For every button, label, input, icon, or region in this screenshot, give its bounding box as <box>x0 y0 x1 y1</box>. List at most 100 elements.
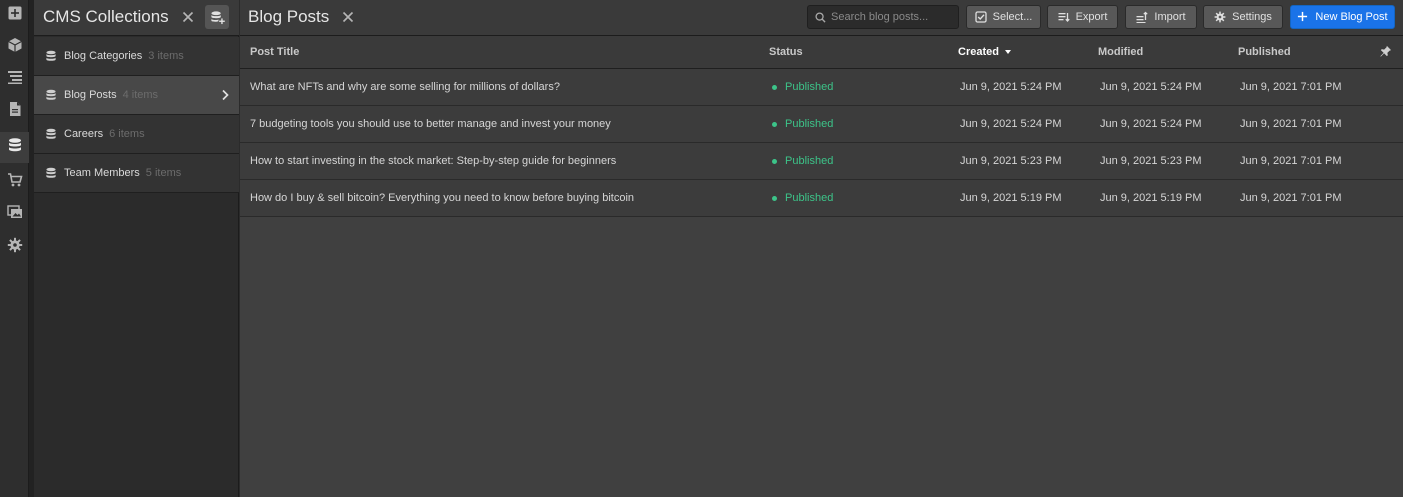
status-dot-icon <box>772 195 777 201</box>
table-row[interactable]: What are NFTs and why are some selling f… <box>240 69 1403 106</box>
collection-item-blog-posts[interactable]: Blog Posts 4 items <box>34 76 239 115</box>
collection-items-panel: Blog Posts Select... Export <box>240 0 1403 497</box>
status-text: Published <box>785 81 834 93</box>
search-box <box>807 5 959 29</box>
plus-square-icon <box>7 5 23 26</box>
add-panel-button[interactable] <box>0 0 29 31</box>
status-dot-icon <box>772 84 777 90</box>
table-row[interactable]: 7 budgeting tools you should use to bett… <box>240 106 1403 143</box>
left-icon-rail <box>0 0 29 497</box>
empty-table-area <box>240 217 1403 497</box>
column-header-published[interactable]: Published <box>1238 46 1291 58</box>
collection-item-careers[interactable]: Careers 6 items <box>34 115 239 154</box>
navigator-button[interactable] <box>0 64 29 95</box>
symbols-button[interactable] <box>0 32 29 63</box>
close-collection-button[interactable] <box>340 9 356 25</box>
collection-database-icon <box>45 128 57 140</box>
collection-database-icon <box>45 89 57 101</box>
modified-cell: Jun 9, 2021 5:23 PM <box>1100 155 1202 167</box>
created-label: Created <box>958 46 999 58</box>
collection-count: 5 items <box>145 167 182 179</box>
collections-title: CMS Collections <box>43 7 169 26</box>
add-database-icon <box>210 10 225 24</box>
new-blog-post-button[interactable]: New Blog Post <box>1290 5 1395 29</box>
post-title-cell: How to start investing in the stock mark… <box>250 155 617 167</box>
new-blog-post-label: New Blog Post <box>1315 11 1388 23</box>
column-header-created[interactable]: Created <box>958 46 1011 58</box>
project-settings-button[interactable] <box>0 232 29 263</box>
collection-name: Blog Posts <box>64 89 117 101</box>
status-badge: Published <box>772 192 833 204</box>
table-row[interactable]: How do I buy & sell bitcoin? Everything … <box>240 180 1403 217</box>
page-title: Blog Posts <box>248 7 330 26</box>
collection-count: 3 items <box>148 50 184 62</box>
ecommerce-button[interactable] <box>0 167 29 198</box>
assets-button[interactable] <box>0 199 29 230</box>
collection-name: Team Members <box>64 167 140 179</box>
collection-settings-button[interactable]: Settings <box>1203 5 1283 29</box>
published-cell: Jun 9, 2021 7:01 PM <box>1240 192 1342 204</box>
checkbox-icon <box>974 11 987 23</box>
modified-cell: Jun 9, 2021 5:24 PM <box>1100 81 1202 93</box>
collection-item-blog-categories[interactable]: Blog Categories 3 items <box>34 37 239 76</box>
cube-icon <box>7 37 23 58</box>
import-button[interactable]: Import <box>1125 5 1197 29</box>
cms-button[interactable] <box>0 132 29 163</box>
export-button[interactable]: Export <box>1047 5 1118 29</box>
collections-panel: CMS Collections Blog Categories 3 items … <box>34 0 239 497</box>
sort-descending-icon <box>1004 50 1011 55</box>
pages-icon <box>7 101 23 122</box>
close-collections-button[interactable] <box>180 9 196 25</box>
navigator-icon <box>7 69 23 90</box>
main-header: Blog Posts Select... Export <box>240 0 1403 36</box>
select-label: Select... <box>992 11 1033 23</box>
select-button[interactable]: Select... <box>966 5 1041 29</box>
pin-icon[interactable] <box>1379 45 1393 59</box>
cms-app: CMS Collections Blog Categories 3 items … <box>0 0 1403 497</box>
created-cell: Jun 9, 2021 5:19 PM <box>960 192 1062 204</box>
gear-icon <box>1214 11 1226 23</box>
created-cell: Jun 9, 2021 5:24 PM <box>960 81 1062 93</box>
collection-item-team-members[interactable]: Team Members 5 items <box>34 154 239 193</box>
status-text: Published <box>785 192 834 204</box>
add-collection-button[interactable] <box>205 5 229 29</box>
status-dot-icon <box>772 158 777 164</box>
status-dot-icon <box>772 121 777 127</box>
modified-cell: Jun 9, 2021 5:19 PM <box>1100 192 1202 204</box>
table-row[interactable]: How to start investing in the stock mark… <box>240 143 1403 180</box>
settings-gear-icon <box>7 237 23 258</box>
import-icon <box>1136 11 1149 23</box>
search-input[interactable] <box>831 7 956 27</box>
column-header-post-title[interactable]: Post Title <box>250 46 299 58</box>
collection-database-icon <box>45 50 57 62</box>
import-label: Import <box>1154 11 1186 23</box>
column-header-modified[interactable]: Modified <box>1098 46 1143 58</box>
pages-button[interactable] <box>0 96 29 127</box>
status-badge: Published <box>772 155 833 167</box>
collections-header: CMS Collections <box>34 0 239 36</box>
status-text: Published <box>785 155 834 167</box>
cms-database-icon <box>7 137 23 158</box>
chevron-right-icon <box>220 89 230 101</box>
ecommerce-cart-icon <box>7 172 23 193</box>
collection-count: 4 items <box>122 89 159 101</box>
export-label: Export <box>1075 11 1108 23</box>
export-icon <box>1058 11 1070 23</box>
assets-images-icon <box>6 204 23 225</box>
search-icon <box>815 11 826 23</box>
close-icon <box>342 11 354 23</box>
collection-name: Blog Categories <box>64 50 143 62</box>
post-title-cell: How do I buy & sell bitcoin? Everything … <box>250 192 635 204</box>
post-title-cell: 7 budgeting tools you should use to bett… <box>250 118 611 130</box>
table-header: Post Title Status Created Modified Publi… <box>240 36 1403 69</box>
collection-count: 6 items <box>109 128 145 140</box>
status-badge: Published <box>772 81 833 93</box>
published-cell: Jun 9, 2021 7:01 PM <box>1240 155 1342 167</box>
status-text: Published <box>785 118 834 130</box>
collection-name: Careers <box>64 128 104 140</box>
modified-cell: Jun 9, 2021 5:24 PM <box>1100 118 1202 130</box>
created-cell: Jun 9, 2021 5:23 PM <box>960 155 1062 167</box>
column-header-status[interactable]: Status <box>769 46 803 58</box>
published-cell: Jun 9, 2021 7:01 PM <box>1240 118 1342 130</box>
close-icon <box>182 11 194 23</box>
